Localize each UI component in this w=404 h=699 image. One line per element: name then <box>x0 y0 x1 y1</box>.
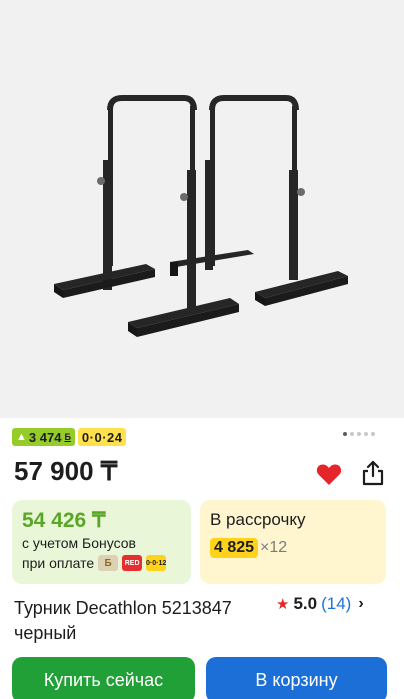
add-to-cart-button[interactable]: В корзину <box>206 657 387 699</box>
installment-payment-icon: 0·0·12 <box>146 555 166 571</box>
bonus-price-card[interactable]: 54 426 ₸ с учетом Бонусов при оплате Б R… <box>12 500 191 584</box>
product-image-gallery[interactable] <box>0 10 404 418</box>
pagination-dot[interactable] <box>371 432 375 436</box>
installment-card[interactable]: В рассрочку 4 825 ×12 <box>200 500 386 584</box>
pagination-dot[interactable] <box>357 432 361 436</box>
bonus-badge-amount: 3 474 <box>28 429 62 445</box>
pagination-dot[interactable] <box>350 432 354 436</box>
bonus-caption-line2: при оплате <box>22 555 95 571</box>
product-title: Турник Decathlon 5213847 черный <box>14 598 232 643</box>
product-price: 57 900 ₸ <box>14 456 118 486</box>
bonus-badge: ▲ 3 474 Б <box>12 428 75 446</box>
bonus-price: 54 426 ₸ <box>22 509 106 532</box>
bonus-payment-icon: Б <box>98 555 119 571</box>
share-icon[interactable] <box>360 460 386 486</box>
chevron-right-icon[interactable]: › <box>358 595 363 613</box>
flame-icon: ▲ <box>16 431 27 443</box>
promo-badges: ▲ 3 474 Б 0·0·24 <box>12 428 127 446</box>
installment-months: ×12 <box>260 539 288 556</box>
pagination-dot[interactable] <box>364 432 368 436</box>
bonus-caption-line1: с учетом Бонусов <box>22 535 136 551</box>
rating-summary[interactable]: ★ 5.0 (14) › <box>276 594 364 614</box>
installment-amount: 4 825 <box>210 538 259 558</box>
red-card-icon: RED <box>122 555 143 571</box>
review-count-link[interactable]: (14) <box>321 594 351 614</box>
installment-label: В рассрочку <box>210 510 306 529</box>
bonus-badge-currency: Б <box>64 432 71 442</box>
star-icon: ★ <box>276 596 290 613</box>
rating-value: 5.0 <box>293 594 318 613</box>
pagination-dot[interactable] <box>343 432 347 436</box>
status-strip <box>0 0 404 10</box>
gallery-pagination[interactable] <box>343 432 375 436</box>
buy-now-button[interactable]: Купить сейчас <box>12 657 195 699</box>
installment-badge: 0·0·24 <box>77 428 127 446</box>
heart-icon[interactable] <box>316 462 342 486</box>
product-image <box>54 95 348 337</box>
